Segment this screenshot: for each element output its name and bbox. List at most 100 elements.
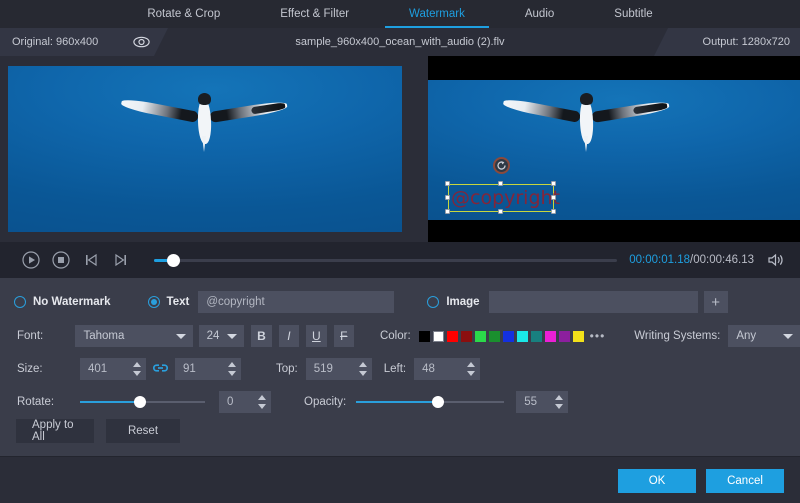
opacity-stepper[interactable]: 55 [516,391,568,413]
font-style-row: Font: Tahoma 24 B I U F Color: ••• Writi… [0,324,800,348]
plus-icon[interactable]: + [704,291,728,313]
stepper-down-icon[interactable] [258,404,266,409]
previous-frame-icon[interactable] [78,247,104,273]
reset-button[interactable]: Reset [106,419,180,443]
opacity-slider[interactable] [356,395,504,409]
current-time: 00:00:01.18 [629,254,690,266]
stepper-up-icon[interactable] [555,395,563,400]
volume-icon[interactable] [764,248,788,272]
resize-handle-nw[interactable] [445,181,450,186]
ok-button[interactable]: OK [618,469,696,493]
rotate-handle-icon[interactable] [493,157,510,174]
rotate-stepper[interactable]: 0 [219,391,271,413]
stepper-up-icon[interactable] [228,362,236,367]
link-aspect-ratio-icon[interactable] [153,362,168,376]
radio-text-watermark[interactable]: Text [148,296,190,308]
resize-handle-n[interactable] [498,181,503,186]
color-swatch[interactable] [545,331,556,342]
color-swatch[interactable] [461,331,472,342]
radio-label: No Watermark [33,296,111,308]
resize-handle-s[interactable] [498,209,503,214]
output-resolution-label: Output: 1280x720 [703,36,790,48]
color-swatch[interactable] [433,331,444,342]
left-stepper[interactable]: 48 [414,358,480,380]
radio-no-watermark[interactable]: No Watermark [14,296,111,308]
strikethrough-button[interactable]: F [334,325,354,347]
eye-icon[interactable] [132,33,150,51]
color-swatch[interactable] [503,331,514,342]
stepper-up-icon[interactable] [133,362,141,367]
color-swatch[interactable] [447,331,458,342]
italic-button[interactable]: I [279,325,299,347]
stepper-down-icon[interactable] [555,404,563,409]
color-swatch[interactable] [531,331,542,342]
resize-handle-ne[interactable] [551,181,556,186]
apply-reset-row: Apply to All Reset [0,418,800,444]
slider-handle[interactable] [134,396,146,408]
radio-indicator [14,296,26,308]
original-video-frame [8,66,402,232]
color-swatch[interactable] [475,331,486,342]
resize-handle-sw[interactable] [445,209,450,214]
color-swatch[interactable] [559,331,570,342]
next-frame-icon[interactable] [108,247,134,273]
rotate-value: 0 [227,396,233,408]
media-info-strip: sample_960x400_ocean_with_audio (2).flv … [0,28,800,56]
seek-slider[interactable] [154,253,617,267]
size-height-stepper[interactable]: 91 [175,358,241,380]
tab-label: Effect & Filter [280,8,349,20]
stepper-up-icon[interactable] [359,362,367,367]
stepper-down-icon[interactable] [133,371,141,376]
watermark-image-input[interactable] [489,291,698,313]
size-width-value: 401 [88,363,107,375]
more-colors-button[interactable]: ••• [590,329,606,343]
slider-handle[interactable] [432,396,444,408]
rotate-label: Rotate: [17,396,80,408]
stepper-down-icon[interactable] [467,371,475,376]
play-icon[interactable] [18,247,44,273]
underline-button[interactable]: U [306,325,326,347]
stepper-down-icon[interactable] [228,371,236,376]
resize-handle-w[interactable] [445,195,450,200]
stepper-down-icon[interactable] [359,371,367,376]
tab-audio[interactable]: Audio [495,0,584,28]
radio-label: Image [446,296,479,308]
timecode-display: 00:00:01.18/00:00:46.13 [629,254,754,266]
stop-icon[interactable] [48,247,74,273]
radio-image-watermark[interactable]: Image [427,296,479,308]
top-label: Top: [276,363,298,375]
radio-label: Text [167,296,190,308]
playback-controls: 00:00:01.18/00:00:46.13 [0,242,800,278]
watermark-text-input[interactable]: @copyright [198,291,394,313]
bold-button[interactable]: B [251,325,271,347]
color-swatch[interactable] [419,331,430,342]
writing-systems-select[interactable]: Any [728,325,800,347]
size-width-stepper[interactable]: 401 [80,358,146,380]
resize-handle-e[interactable] [551,195,556,200]
resize-handle-se[interactable] [551,209,556,214]
writing-systems-value: Any [736,330,756,342]
font-size-select[interactable]: 24 [199,325,245,347]
slider-fill [356,401,437,403]
writing-systems-label: Writing Systems: [634,330,720,342]
rotate-slider[interactable] [80,395,205,409]
color-swatch[interactable] [517,331,528,342]
tab-rotate-crop[interactable]: Rotate & Crop [117,0,250,28]
tab-subtitle[interactable]: Subtitle [584,0,682,28]
letterbox-bottom [428,220,800,242]
left-label: Left: [384,363,406,375]
top-value: 519 [314,363,333,375]
tab-effect-filter[interactable]: Effect & Filter [250,0,379,28]
editor-tab-bar: Rotate & Crop Effect & Filter Watermark … [0,0,800,28]
color-swatch[interactable] [573,331,584,342]
stepper-up-icon[interactable] [258,395,266,400]
font-family-value: Tahoma [83,330,124,342]
tab-watermark[interactable]: Watermark [379,0,495,28]
apply-to-all-button[interactable]: Apply to All [16,419,94,443]
font-family-select[interactable]: Tahoma [75,325,192,347]
top-stepper[interactable]: 519 [306,358,372,380]
cancel-button[interactable]: Cancel [706,469,784,493]
seek-handle[interactable] [167,254,180,267]
color-swatch[interactable] [489,331,500,342]
stepper-up-icon[interactable] [467,362,475,367]
